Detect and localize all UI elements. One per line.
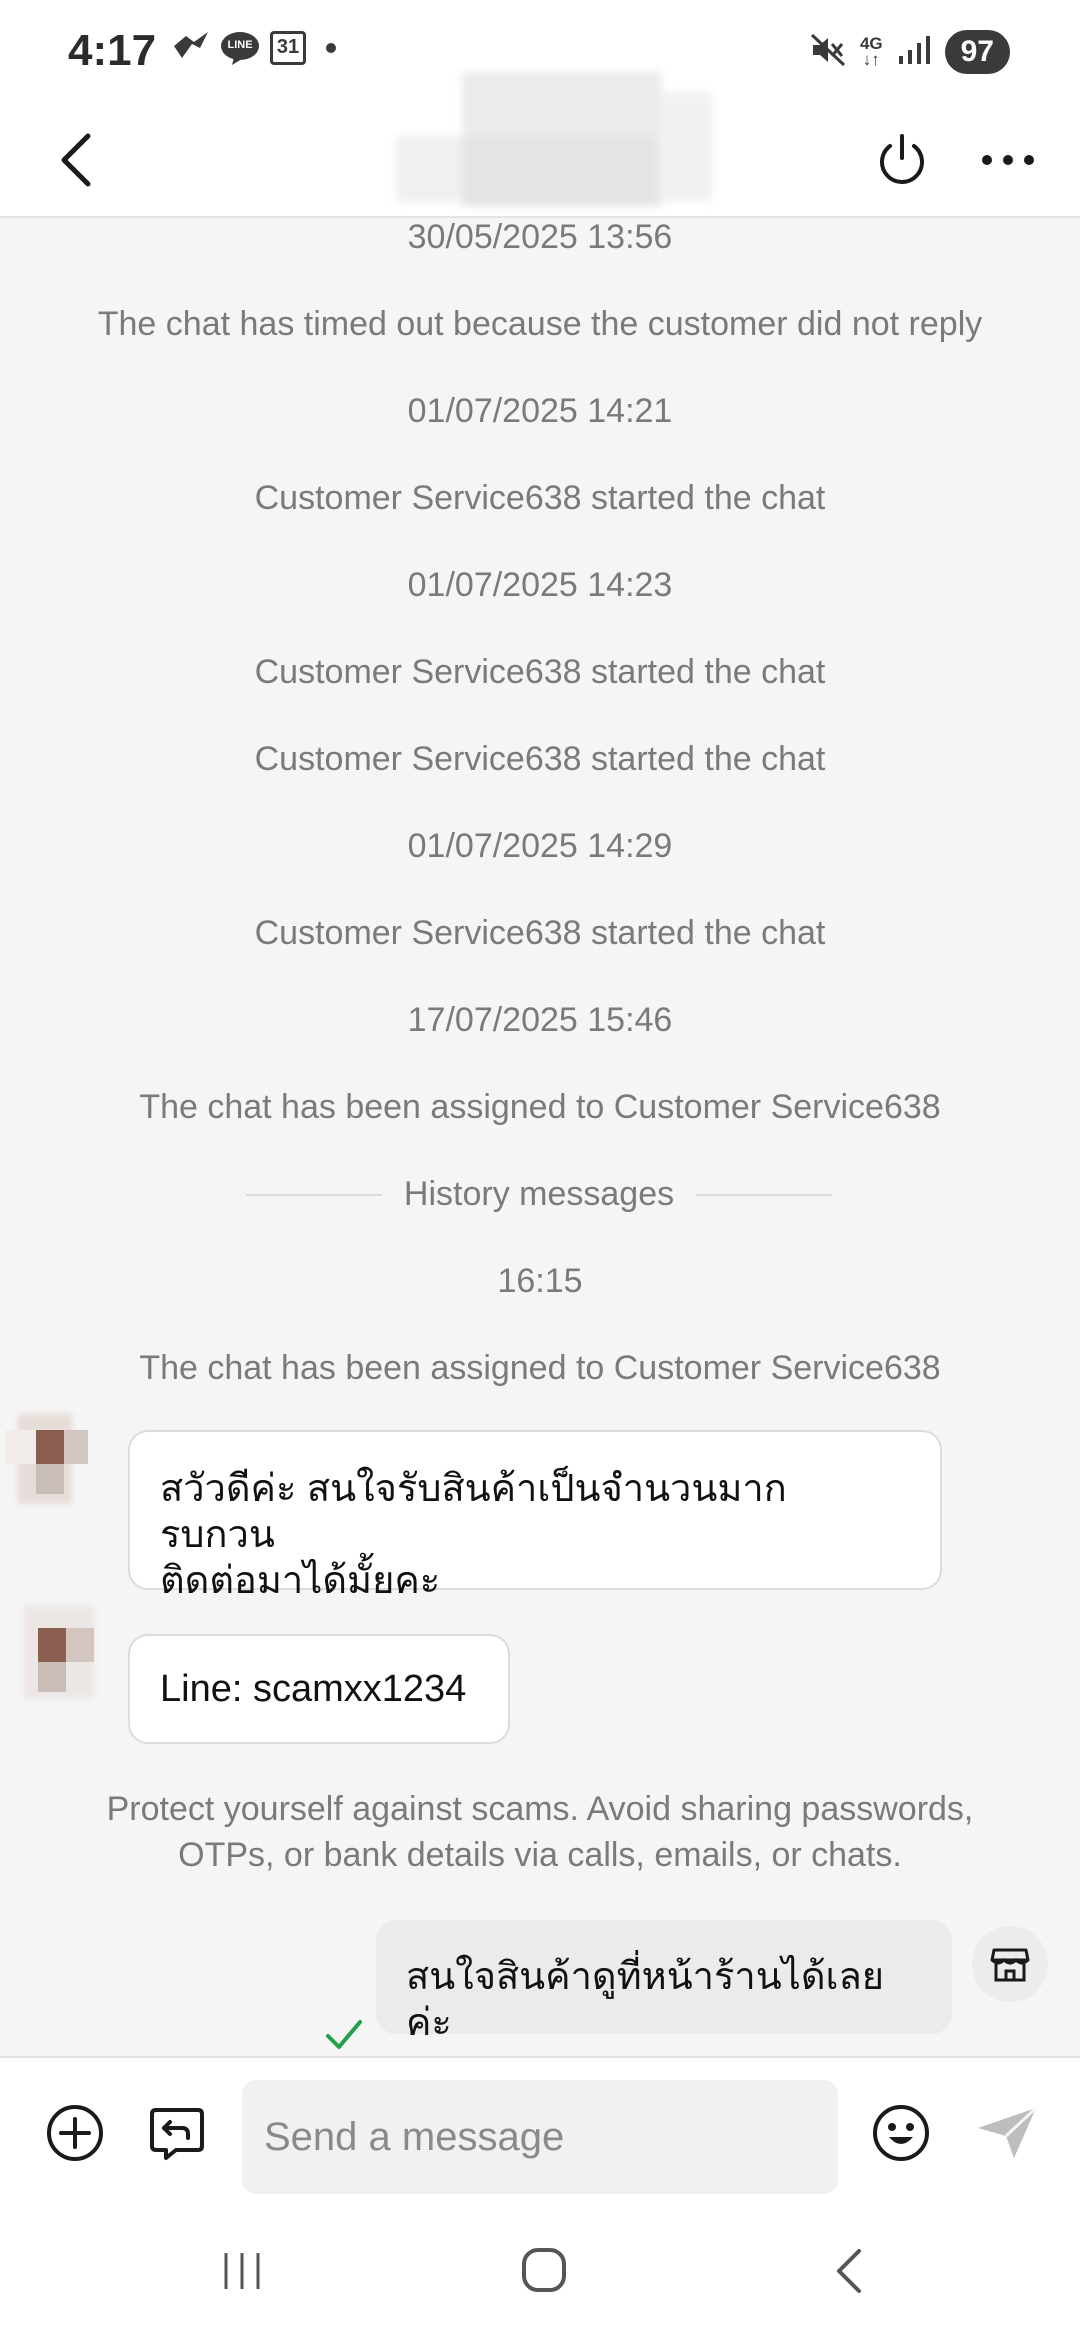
recent-apps-button[interactable] bbox=[204, 2236, 280, 2306]
system-message: Customer Service638 started the chat bbox=[254, 914, 826, 952]
system-message: The chat has timed out because the custo… bbox=[97, 305, 983, 343]
calendar-icon: 31 bbox=[270, 30, 306, 65]
message-input[interactable] bbox=[242, 2080, 838, 2194]
chat-message-list[interactable]: 30/05/2025 13:56 The chat has timed out … bbox=[0, 218, 1080, 2056]
line-icon: LINE bbox=[220, 31, 260, 65]
system-message: Customer Service638 started the chat bbox=[254, 653, 826, 691]
message-text-line: Line: scamxx1234 bbox=[160, 1668, 467, 1710]
notification-icons: LINE 31 bbox=[172, 30, 336, 65]
chat-title-redacted bbox=[396, 72, 712, 206]
delivered-check bbox=[324, 2014, 364, 2054]
divider-line bbox=[246, 1193, 382, 1196]
message-text: สนใจสินค้าดูที่หน้าร้านได้เลยค่ะ bbox=[406, 1956, 885, 2044]
system-timestamp: 16:15 bbox=[497, 1262, 583, 1300]
emoji-button[interactable] bbox=[866, 2098, 936, 2168]
system-navigation-bar bbox=[0, 2206, 1080, 2340]
system-message: Customer Service638 started the chat bbox=[254, 740, 826, 778]
system-timestamp: 17/07/2025 15:46 bbox=[407, 1001, 673, 1039]
dot-icon bbox=[326, 42, 336, 53]
system-message: Customer Service638 started the chat bbox=[254, 479, 826, 517]
send-icon bbox=[978, 2106, 1038, 2158]
4g-icon: 4G ↓↑ bbox=[859, 34, 883, 69]
add-button[interactable] bbox=[40, 2098, 110, 2168]
send-button[interactable] bbox=[972, 2098, 1042, 2168]
more-options-button[interactable] bbox=[976, 120, 1040, 200]
end-chat-button[interactable] bbox=[870, 120, 934, 200]
history-divider-label: History messages bbox=[403, 1175, 675, 1213]
recent-apps-icon bbox=[224, 2253, 260, 2289]
emoji-icon bbox=[873, 2105, 929, 2161]
quick-reply-icon bbox=[150, 2108, 204, 2160]
more-icon bbox=[982, 155, 1034, 165]
home-button[interactable] bbox=[506, 2232, 582, 2308]
system-message: The chat has been assigned to Customer S… bbox=[139, 1088, 941, 1126]
quick-reply-button[interactable] bbox=[142, 2098, 212, 2168]
history-divider: History messages bbox=[246, 1175, 833, 1214]
scam-warning-line: Protect yourself against scams. Avoid sh… bbox=[106, 1790, 974, 1828]
status-time: 4:17 bbox=[68, 26, 157, 75]
incoming-message-bubble[interactable]: Line: scamxx1234 bbox=[128, 1634, 510, 1744]
system-back-icon bbox=[837, 2249, 861, 2293]
system-back-button[interactable] bbox=[810, 2236, 886, 2306]
shop-button[interactable] bbox=[972, 1926, 1048, 2002]
check-icon bbox=[326, 2020, 362, 2049]
system-timestamp: 01/07/2025 14:23 bbox=[407, 566, 673, 604]
store-icon bbox=[990, 1948, 1030, 1982]
message-text-line: ติดต่อมาได้มั้ยคะ bbox=[160, 1560, 441, 1602]
add-icon bbox=[47, 2105, 103, 2161]
system-timestamp: 01/07/2025 14:29 bbox=[407, 827, 673, 865]
signal-icon bbox=[897, 34, 931, 71]
message-text-line: สวัวดีค่ะ สนใจรับสินค้าเป็นจำนวนมาก รบกว… bbox=[160, 1468, 787, 1556]
avatar[interactable] bbox=[20, 1604, 104, 1700]
incoming-message-bubble[interactable]: สวัวดีค่ะ สนใจรับสินค้าเป็นจำนวนมาก รบกว… bbox=[128, 1430, 942, 1602]
tiktok-notification-icon bbox=[172, 30, 210, 65]
back-button[interactable] bbox=[46, 120, 106, 200]
system-icons: 4G ↓↑ 97 bbox=[810, 30, 1010, 74]
system-message: The chat has been assigned to Customer S… bbox=[139, 1349, 941, 1387]
back-icon bbox=[61, 133, 91, 187]
avatar[interactable] bbox=[6, 1410, 90, 1506]
home-icon bbox=[522, 2248, 566, 2292]
scam-warning: Protect yourself against scams. Avoid sh… bbox=[60, 1786, 1020, 1878]
battery-indicator: 97 bbox=[944, 30, 1010, 74]
scam-warning-line: OTPs, or bank details via calls, emails,… bbox=[178, 1836, 902, 1874]
divider-line bbox=[696, 1193, 833, 1196]
message-composer bbox=[0, 2056, 1080, 2206]
power-icon bbox=[880, 134, 924, 184]
system-timestamp: 30/05/2025 13:56 bbox=[407, 218, 673, 256]
system-timestamp: 01/07/2025 14:21 bbox=[407, 392, 673, 430]
mute-icon bbox=[810, 33, 846, 72]
chat-header bbox=[0, 72, 1080, 218]
outgoing-message-bubble[interactable]: สนใจสินค้าดูที่หน้าร้านได้เลยค่ะ bbox=[376, 1920, 952, 2044]
